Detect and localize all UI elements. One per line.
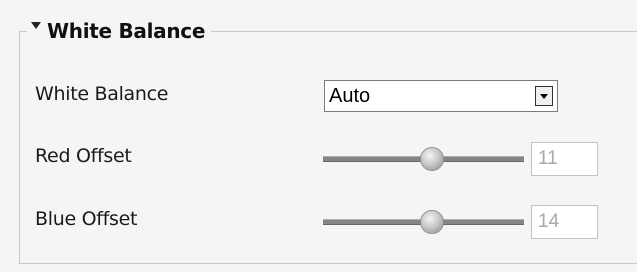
white-balance-selected-value: Auto [329, 85, 371, 107]
white-balance-panel: White Balance White Balance Auto Red Off… [0, 0, 637, 272]
triangle-down-icon[interactable] [31, 21, 41, 29]
red-offset-label: Red Offset [35, 145, 132, 167]
blue-offset-value-field[interactable]: 14 [531, 205, 598, 239]
blue-offset-label: Blue Offset [35, 208, 138, 230]
blue-offset-slider-thumb[interactable] [420, 211, 443, 233]
red-offset-slider[interactable] [323, 147, 524, 171]
section-title: White Balance [47, 19, 206, 43]
blue-offset-slider[interactable] [323, 210, 524, 234]
white-balance-select[interactable]: Auto [324, 80, 558, 112]
red-offset-slider-thumb[interactable] [420, 148, 443, 170]
section-header[interactable]: White Balance [27, 13, 212, 49]
red-offset-value-field[interactable]: 11 [531, 142, 598, 176]
white-balance-label: White Balance [35, 83, 169, 105]
dropdown-button[interactable] [535, 86, 553, 106]
chevron-down-icon [540, 93, 548, 99]
